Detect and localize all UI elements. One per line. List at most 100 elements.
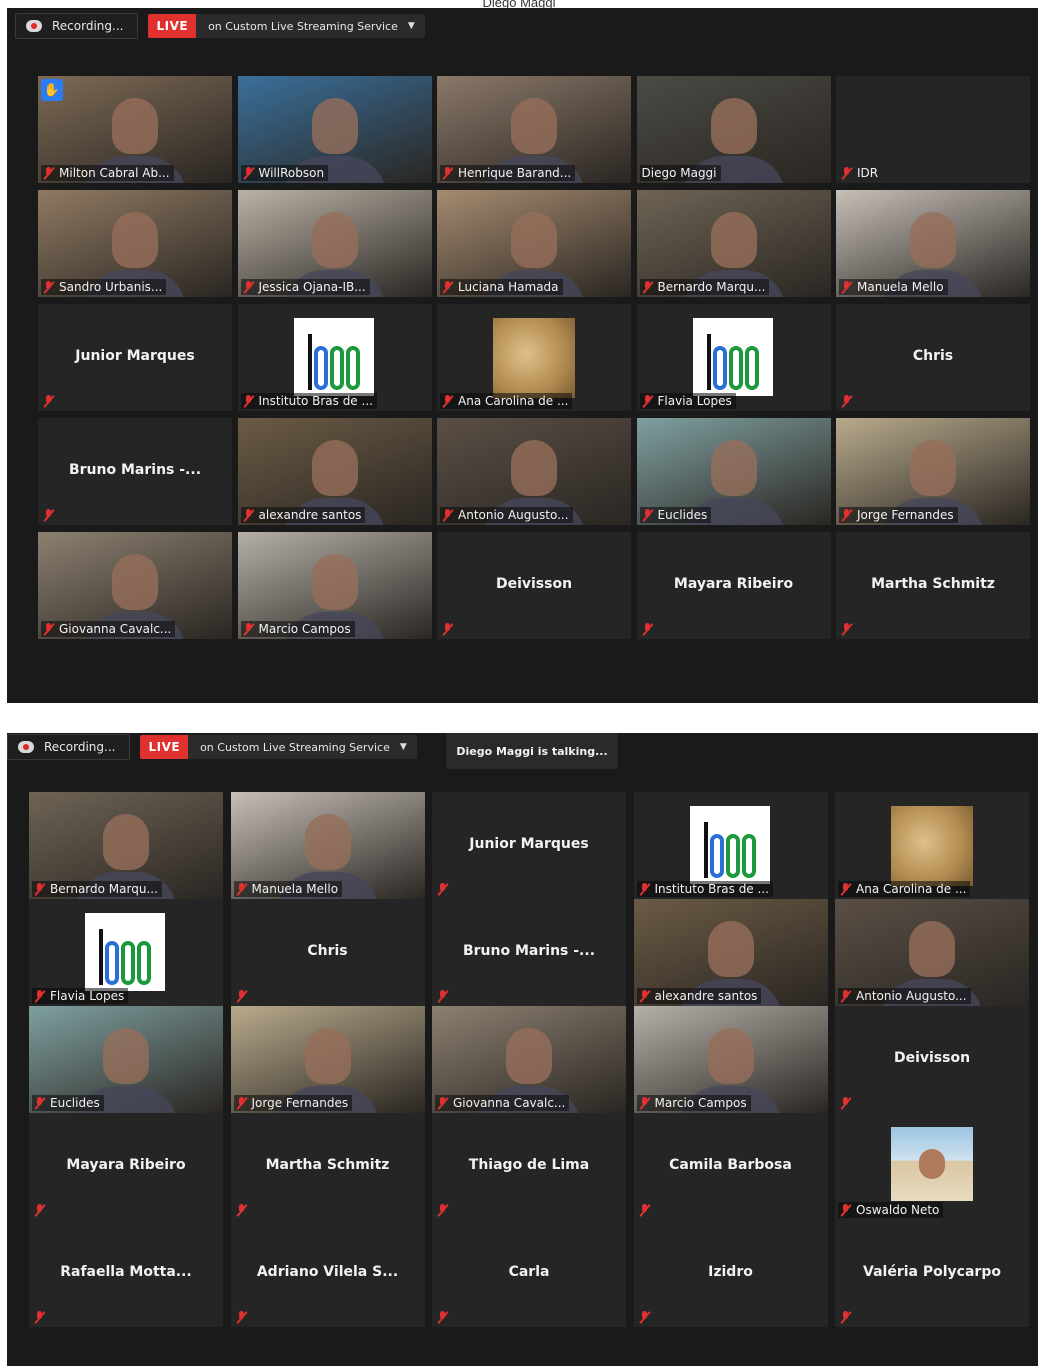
record-icon — [18, 741, 34, 753]
participant-name: Bernardo Marqu... — [657, 280, 766, 294]
participant-name-label: Bernardo Marqu... — [32, 881, 162, 897]
participant-tile-instituto-bras-de[interactable]: Instituto Bras de ... — [237, 304, 432, 411]
participant-name: Ana Carolina de ... — [856, 882, 967, 896]
participant-name-label — [41, 507, 63, 523]
recording-button[interactable]: Recording... — [7, 734, 131, 760]
participant-display-name: Adriano Vilela S... — [256, 1264, 399, 1280]
participant-tile-antonio-augusto[interactable]: Antonio Augusto... — [437, 418, 631, 525]
participant-tile-manuela-mello[interactable]: Manuela Mello — [230, 792, 425, 899]
participant-silhouette — [276, 814, 379, 899]
participant-display-name: Junior Marques — [469, 836, 589, 852]
participant-tile-henrique-barand[interactable]: Henrique Barand... — [437, 76, 631, 183]
profile-logo-image — [293, 318, 374, 396]
participant-name-label: Euclides — [32, 1095, 104, 1111]
participant-name-label: Marcio Campos — [636, 1095, 751, 1111]
participant-tile-rafaella-motta[interactable]: Rafaella Motta... — [29, 1220, 223, 1327]
participant-tile-valeria-polycarpo[interactable]: Valéria Polycarpo — [835, 1220, 1029, 1327]
participant-silhouette — [283, 554, 386, 639]
participant-tile-izidro[interactable]: Izidro — [633, 1220, 828, 1327]
participant-name: Giovanna Cavalc... — [59, 622, 172, 636]
recording-label: Recording... — [44, 740, 116, 754]
participant-tile-camila-barbosa[interactable]: Camila Barbosa — [633, 1113, 828, 1220]
muted-mic-icon — [442, 394, 454, 408]
muted-mic-icon — [639, 1096, 651, 1110]
participant-tile-diego-maggi[interactable]: Diego Maggi — [636, 76, 831, 183]
participant-tile-chris[interactable]: Chris — [836, 304, 1030, 411]
participant-name-label: Antonio Augusto... — [440, 507, 573, 523]
participant-name: alexandre santos — [654, 989, 758, 1003]
participant-tile-junior-marques[interactable]: Junior Marques — [432, 792, 626, 899]
participant-tile-euclides[interactable]: Euclides — [29, 1006, 223, 1113]
participant-name-label: Jorge Fernandes — [839, 507, 958, 523]
participant-name-label: Antonio Augusto... — [838, 988, 971, 1004]
participant-name-label: Luciana Hamada — [440, 279, 563, 295]
participant-tile-alexandre-santos[interactable]: alexandre santos — [633, 899, 828, 1006]
participant-tile-instituto-bras-de[interactable]: Instituto Bras de ... — [633, 792, 828, 899]
participant-tile-antonio-augusto[interactable]: Antonio Augusto... — [835, 899, 1029, 1006]
streaming-service-dropdown[interactable]: on Custom Live Streaming Service ▼ — [196, 14, 425, 38]
participant-name-label: Milton Cabral Ab... — [41, 165, 174, 181]
streaming-service-dropdown[interactable]: on Custom Live Streaming Service ▼ — [188, 735, 417, 759]
participant-name: Manuela Mello — [251, 882, 339, 896]
participant-tile-deivisson[interactable]: Deivisson — [437, 532, 631, 639]
participant-tile-jorge-fernandes[interactable]: Jorge Fernandes — [836, 418, 1030, 525]
participant-tile-martha-schmitz[interactable]: Martha Schmitz — [230, 1113, 425, 1220]
participant-tile-ana-carolina-de[interactable]: Ana Carolina de ... — [835, 792, 1029, 899]
recording-button[interactable]: Recording... — [15, 13, 139, 39]
chevron-down-icon: ▼ — [407, 21, 415, 31]
participant-tile-jessica-ojana-ib[interactable]: Jessica Ojana-IB... — [237, 190, 432, 297]
participant-name-label: IDR — [839, 165, 882, 181]
participant-name-label: WillRobson — [240, 165, 329, 181]
participant-name-label: Flavia Lopes — [32, 988, 129, 1004]
participant-tile-marcio-campos[interactable]: Marcio Campos — [237, 532, 432, 639]
participant-name-label: Jorge Fernandes — [233, 1095, 353, 1111]
participant-name: Jorge Fernandes — [251, 1096, 349, 1110]
participant-tile-sandro-urbanis[interactable]: Sandro Urbanis... — [38, 190, 232, 297]
participant-tile-luciana-hamada[interactable]: Luciana Hamada — [437, 190, 631, 297]
participant-name: Instituto Bras de ... — [654, 882, 769, 896]
participant-tile-manuela-mello[interactable]: Manuela Mello — [836, 190, 1030, 297]
participant-name: Marcio Campos — [258, 622, 351, 636]
participant-tile-ana-carolina-de[interactable]: Ana Carolina de ... — [437, 304, 631, 411]
participant-tile-martha-schmitz[interactable]: Martha Schmitz — [836, 532, 1030, 639]
participant-tile-milton-cabral-ab[interactable]: Milton Cabral Ab... ✋ — [38, 76, 232, 183]
participant-silhouette — [75, 1028, 177, 1113]
participant-display-name: Chris — [912, 348, 954, 364]
participant-tile-bruno-marins[interactable]: Bruno Marins -... — [432, 899, 626, 1006]
participant-tile-bernardo-marqu[interactable]: Bernardo Marqu... — [29, 792, 223, 899]
muted-mic-icon — [840, 989, 852, 1003]
participant-tile-idr[interactable]: IDR — [836, 76, 1030, 183]
participant-tile-giovanna-cavalc[interactable]: Giovanna Cavalc... — [432, 1006, 626, 1113]
muted-mic-icon — [34, 1310, 46, 1324]
participant-tile-junior-marques[interactable]: Junior Marques — [38, 304, 232, 411]
participant-tile-mayara-ribeiro[interactable]: Mayara Ribeiro — [636, 532, 831, 639]
participant-tile-adriano-vilela-s[interactable]: Adriano Vilela S... — [230, 1220, 425, 1327]
participant-tile-mayara-ribeiro[interactable]: Mayara Ribeiro — [29, 1113, 223, 1220]
participant-tile-giovanna-cavalc[interactable]: Giovanna Cavalc... — [38, 532, 232, 639]
participant-name-label: Manuela Mello — [233, 881, 343, 897]
participant-tile-flavia-lopes[interactable]: Flavia Lopes — [29, 899, 223, 1006]
participant-display-name: Mayara Ribeiro — [673, 576, 794, 592]
participant-name-label: Giovanna Cavalc... — [435, 1095, 570, 1111]
participant-tile-thiago-de-lima[interactable]: Thiago de Lima — [432, 1113, 626, 1220]
participant-name: Instituto Bras de ... — [258, 394, 373, 408]
participant-name: Henrique Barand... — [458, 166, 572, 180]
participant-tile-willrobson[interactable]: WillRobson — [237, 76, 432, 183]
participant-tile-oswaldo-neto[interactable]: Oswaldo Neto — [835, 1113, 1029, 1220]
participant-tile-chris[interactable]: Chris — [230, 899, 425, 1006]
participant-tile-flavia-lopes[interactable]: Flavia Lopes — [636, 304, 831, 411]
participant-tile-deivisson[interactable]: Deivisson — [835, 1006, 1029, 1113]
participant-silhouette — [679, 1028, 782, 1113]
participant-name: IDR — [857, 166, 879, 180]
participant-name: Antonio Augusto... — [458, 508, 569, 522]
participant-tile-jorge-fernandes[interactable]: Jorge Fernandes — [230, 1006, 425, 1113]
muted-mic-icon — [43, 394, 55, 408]
participant-name: Jorge Fernandes — [857, 508, 954, 522]
participant-tile-marcio-campos[interactable]: Marcio Campos — [633, 1006, 828, 1113]
participant-tile-carla[interactable]: Carla — [432, 1220, 626, 1327]
participant-tile-bruno-marins[interactable]: Bruno Marins -... — [38, 418, 232, 525]
participant-tile-bernardo-marqu[interactable]: Bernardo Marqu... — [636, 190, 831, 297]
participant-tile-euclides[interactable]: Euclides — [636, 418, 831, 525]
participant-tile-alexandre-santos[interactable]: alexandre santos — [237, 418, 432, 525]
participant-display-name: Bruno Marins -... — [462, 943, 596, 959]
